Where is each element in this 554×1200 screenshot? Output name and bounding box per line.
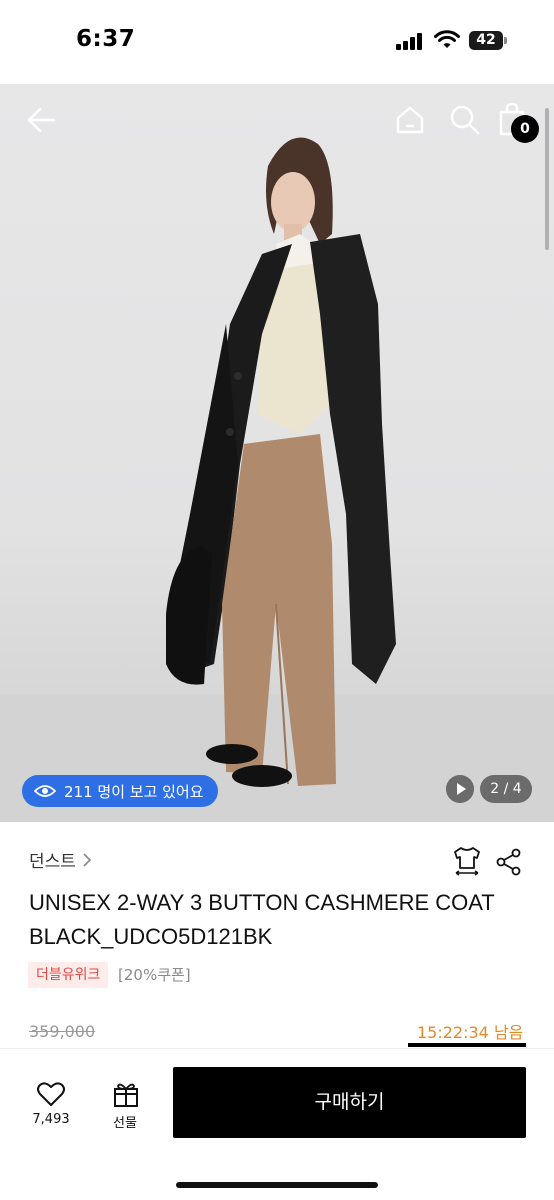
share-icon[interactable] (496, 848, 522, 876)
size-guide-icon[interactable] (452, 846, 482, 876)
cart-count-badge[interactable]: 0 (511, 115, 539, 143)
brand-link[interactable]: 던스트 (29, 847, 92, 872)
home-indicator (176, 1182, 378, 1188)
sale-timer: 15:22:34 남음 (417, 1023, 524, 1042)
coupon-tag: [20%쿠폰] (118, 966, 191, 984)
battery-level: 42 (476, 32, 496, 48)
chevron-right-icon (83, 852, 92, 867)
search-icon[interactable] (449, 104, 481, 136)
status-time: 6:37 (76, 26, 136, 52)
cellular-signal-icon (396, 32, 426, 50)
gift-label[interactable]: 선물 (100, 1112, 150, 1131)
timer-underline (408, 1043, 526, 1047)
status-bar: 6:37 42 (0, 0, 554, 84)
back-arrow-icon[interactable] (26, 104, 58, 136)
product-title: UNISEX 2-WAY 3 BUTTON CASHMERE COAT BLAC… (29, 890, 495, 949)
wifi-icon (434, 30, 460, 48)
event-tag: 더블유위크 (28, 962, 109, 988)
gift-icon[interactable] (106, 1080, 146, 1108)
original-price: 359,000 (29, 1022, 96, 1041)
home-icon[interactable] (394, 104, 426, 136)
like-count[interactable]: 7,493 (16, 1112, 86, 1127)
play-icon[interactable] (446, 775, 474, 803)
viewers-text: 211 명이 보고 있어요 (64, 782, 204, 801)
product-image[interactable] (0, 84, 554, 822)
viewers-badge: 211 명이 보고 있어요 (22, 775, 218, 807)
image-pager: 2 / 4 (480, 775, 532, 803)
brand-name: 던스트 (29, 852, 76, 872)
eye-icon (34, 785, 56, 797)
scroll-indicator (545, 108, 549, 250)
heart-icon[interactable] (26, 1080, 76, 1108)
buy-button[interactable]: 구매하기 (173, 1067, 526, 1138)
battery-icon: 42 (469, 31, 507, 50)
product-photo (0, 137, 554, 822)
